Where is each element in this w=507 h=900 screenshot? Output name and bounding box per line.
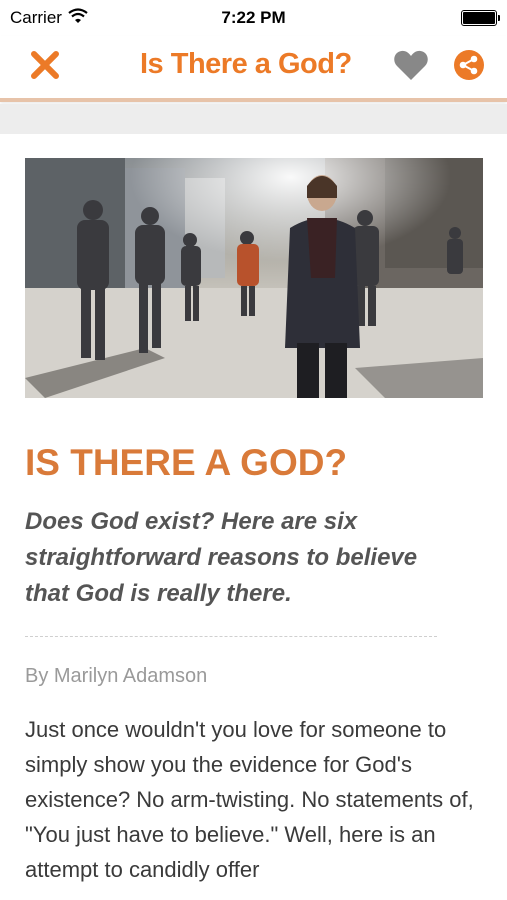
byline: By Marilyn Adamson: [25, 665, 208, 687]
hero-image: [25, 158, 483, 398]
battery-icon: [461, 10, 500, 26]
carrier-label: Carrier: [10, 8, 62, 27]
article-body: Just once wouldn't you love for someone …: [25, 717, 474, 882]
status-bar: Carrier 7:22 PM: [0, 0, 507, 36]
status-left: Carrier: [10, 8, 88, 28]
nav-bar: Is There a God?: [0, 36, 507, 102]
share-icon[interactable]: [453, 49, 485, 86]
heart-icon[interactable]: [393, 49, 429, 86]
article-content: IS THERE A GOD? Does God exist? Here are…: [25, 158, 483, 887]
article-title: IS THERE A GOD?: [25, 442, 348, 483]
header-band: [0, 104, 507, 134]
close-icon[interactable]: [30, 50, 60, 85]
divider: [25, 636, 437, 637]
article-subtitle: Does God exist? Here are six straightfor…: [25, 508, 418, 607]
nav-actions: [393, 49, 485, 86]
nav-title: Is There a God?: [140, 48, 352, 80]
wifi-icon: [68, 8, 88, 28]
